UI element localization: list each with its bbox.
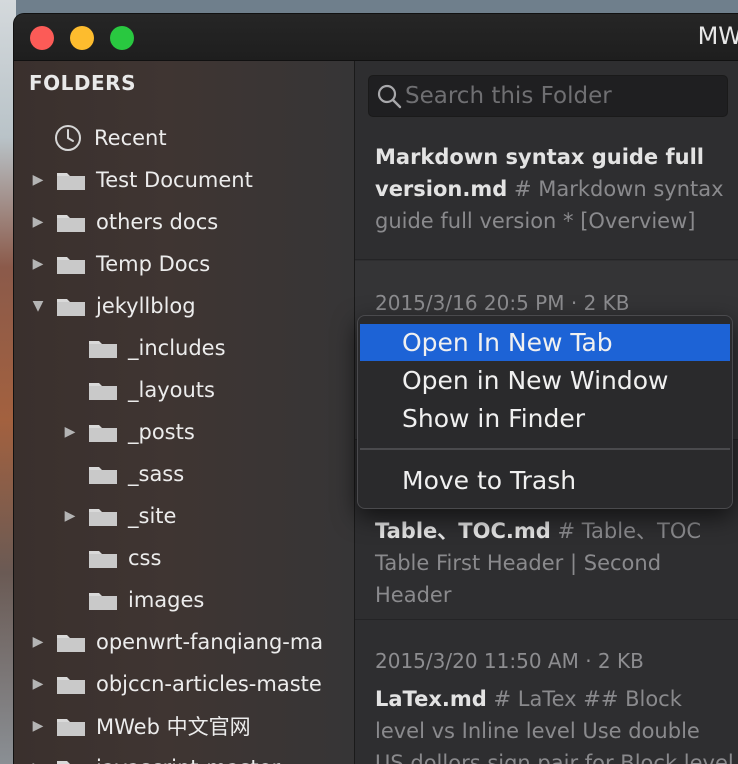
sidebar-item-jekyllblog[interactable]: ▼ jekyllblog (30, 288, 196, 324)
sidebar-item-css[interactable]: css (62, 540, 161, 576)
folder-icon (89, 341, 117, 358)
menu-item-move-to-trash[interactable]: Move to Trash (360, 462, 730, 499)
close-button[interactable] (30, 26, 54, 50)
sidebar-item-recent[interactable]: Recent (54, 120, 167, 156)
zoom-button[interactable] (110, 26, 134, 50)
disclosure-triangle-icon[interactable]: ▶ (30, 716, 46, 736)
folder-icon (57, 299, 85, 316)
note-preview: Markdown syntax guide full version.md # … (375, 141, 735, 237)
sidebar-item-site[interactable]: ▶ _site (62, 498, 177, 534)
sidebar-item-label: images (128, 588, 205, 612)
sidebar-item-label: _includes (128, 336, 226, 360)
folder-icon (89, 509, 117, 526)
note-title: LaTex.md (375, 687, 487, 711)
sidebar-item-label: others docs (96, 210, 219, 234)
sidebar-item-objccn[interactable]: ▶ objccn-articles-maste (30, 666, 322, 702)
context-menu: Open In New Tab Open in New Window Show … (357, 315, 733, 509)
disclosure-triangle-icon[interactable]: ▶ (62, 422, 78, 442)
clock-icon (55, 125, 81, 151)
sidebar-item-label: javascript-master (96, 756, 280, 764)
folder-icon (57, 173, 85, 190)
sidebar-item-label: objccn-articles-maste (96, 672, 322, 696)
sidebar-item-images[interactable]: images (62, 582, 204, 618)
menu-item-open-in-new-tab[interactable]: Open In New Tab (360, 324, 730, 361)
folders-sidebar: FOLDERS Recent ▶ Test Document ▶ others … (14, 61, 355, 764)
folder-icon (57, 635, 85, 652)
note-meta: 2015/3/20 11:50 AM · 2 KB (375, 649, 644, 673)
sidebar-item-label: MWeb 中文官网 (96, 715, 251, 739)
folder-icon (89, 467, 117, 484)
folder-icon (57, 761, 85, 764)
search-placeholder: Search this Folder (405, 83, 612, 109)
disclosure-triangle-icon[interactable]: ▶ (30, 212, 46, 232)
sidebar-item-layouts[interactable]: _layouts (62, 372, 215, 408)
note-title: Table、TOC.md (375, 519, 551, 543)
sidebar-header: FOLDERS (29, 71, 136, 95)
sidebar-item-sass[interactable]: _sass (62, 456, 184, 492)
folder-icon (89, 551, 117, 568)
note-preview: LaTex.md # LaTex ## Block level vs Inlin… (375, 683, 735, 764)
folder-icon (57, 257, 85, 274)
minimize-button[interactable] (70, 26, 94, 50)
sidebar-item-label: Test Document (96, 168, 253, 192)
sidebar-item-test-document[interactable]: ▶ Test Document (30, 162, 253, 198)
disclosure-triangle-icon[interactable]: ▶ (30, 674, 46, 694)
sidebar-item-includes[interactable]: _includes (62, 330, 226, 366)
sidebar-item-javascript[interactable]: ▶ javascript-master (30, 750, 280, 764)
sidebar-item-label: Temp Docs (96, 252, 211, 276)
disclosure-triangle-icon[interactable]: ▶ (62, 506, 78, 526)
note-list-item[interactable]: Markdown syntax guide full version.md # … (355, 127, 738, 260)
note-list-item[interactable]: 2015/3/20 11:50 AM · 2 KB LaTex.md # LaT… (355, 621, 738, 764)
search-icon (377, 84, 402, 109)
sidebar-item-label: _sass (128, 462, 185, 486)
title-bar: MW (14, 14, 738, 61)
disclosure-triangle-icon[interactable]: ▶ (30, 632, 46, 652)
menu-item-open-in-new-window[interactable]: Open in New Window (360, 362, 730, 399)
disclosure-triangle-icon[interactable]: ▶ (30, 254, 46, 274)
disclosure-triangle-icon[interactable]: ▶ (30, 758, 46, 764)
folder-icon (89, 425, 117, 442)
sidebar-item-label: jekyllblog (96, 294, 196, 318)
note-meta: 2015/3/16 20:5 PM · 2 KB (375, 291, 630, 315)
search-field[interactable]: Search this Folder (368, 75, 728, 117)
window-title: MW (697, 22, 738, 50)
note-preview: Table、TOC.md # Table、TOC Table First Hea… (375, 515, 735, 611)
sidebar-item-openwrt[interactable]: ▶ openwrt-fanqiang-ma (30, 624, 324, 660)
folder-icon (57, 719, 85, 736)
sidebar-item-temp-docs[interactable]: ▶ Temp Docs (30, 246, 211, 282)
folder-icon (57, 677, 85, 694)
menu-separator (360, 448, 730, 450)
folder-icon (89, 593, 117, 610)
sidebar-item-others-docs[interactable]: ▶ others docs (30, 204, 219, 240)
folder-icon (57, 215, 85, 232)
disclosure-triangle-icon[interactable]: ▶ (30, 170, 46, 190)
sidebar-item-posts[interactable]: ▶ _posts (62, 414, 195, 450)
sidebar-item-label: _site (128, 504, 177, 528)
menu-item-show-in-finder[interactable]: Show in Finder (360, 400, 730, 437)
folder-icon (89, 383, 117, 400)
sidebar-item-label: css (128, 546, 162, 570)
sidebar-item-label: _posts (128, 420, 195, 444)
sidebar-item-label: Recent (94, 126, 167, 150)
sidebar-item-mweb[interactable]: ▶ MWeb 中文官网 (30, 708, 251, 744)
sidebar-item-label: _layouts (128, 378, 215, 402)
disclosure-triangle-icon[interactable]: ▼ (30, 296, 46, 316)
sidebar-item-label: openwrt-fanqiang-ma (96, 630, 324, 654)
